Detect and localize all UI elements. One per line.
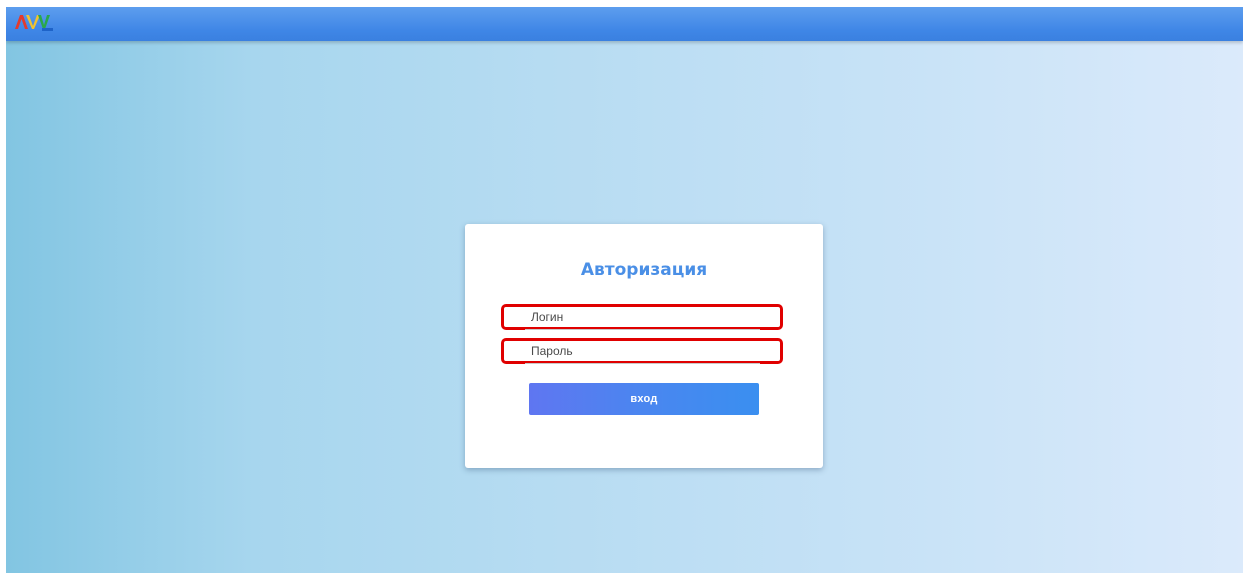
- password-field-highlight: [501, 338, 783, 364]
- avv-logo-icon[interactable]: [14, 11, 54, 33]
- login-underline: [525, 329, 760, 330]
- login-field-highlight: [501, 304, 783, 330]
- login-button[interactable]: вход: [529, 383, 759, 415]
- login-input[interactable]: [504, 307, 780, 327]
- top-bar: [6, 7, 1243, 41]
- page-background: Авторизация вход: [6, 7, 1243, 573]
- password-input[interactable]: [504, 341, 780, 361]
- password-underline: [525, 363, 760, 364]
- login-card: Авторизация вход: [465, 224, 823, 468]
- login-title: Авторизация: [580, 260, 708, 280]
